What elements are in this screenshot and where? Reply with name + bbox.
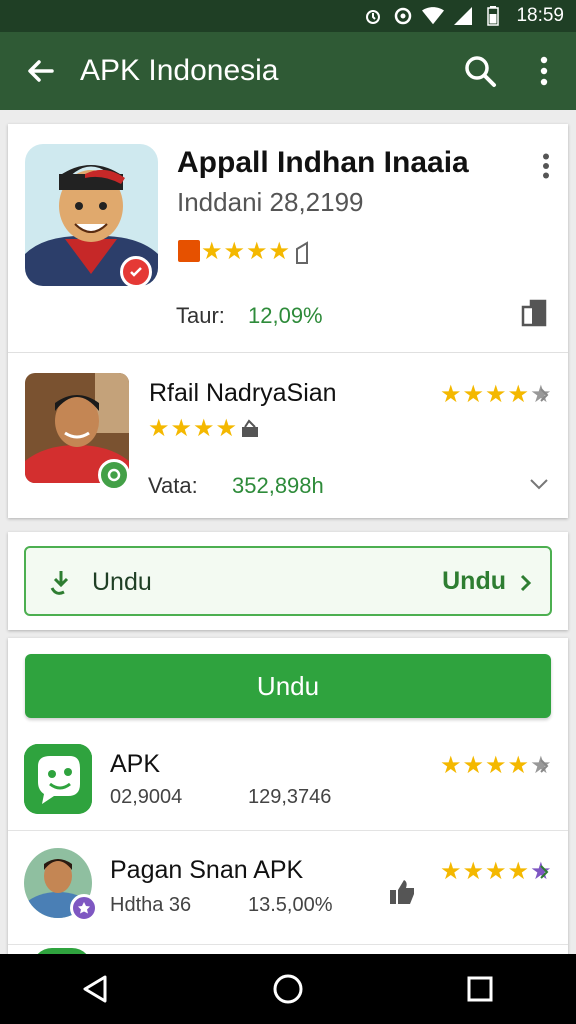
star-icon: ★ [440, 752, 462, 779]
chevron-right-icon [518, 571, 534, 595]
featured-stat-label: Taur: [176, 303, 225, 328]
star-icon: ★ [148, 415, 170, 442]
star-icon: ★ [507, 752, 530, 779]
thumb-up-icon[interactable] [386, 876, 418, 908]
nav-back-icon [83, 975, 107, 1003]
star-icon: ★ [462, 381, 485, 408]
star-icon: ★ [485, 752, 507, 779]
status-bar: 18:59 [0, 0, 576, 32]
second-app-row[interactable]: Rfail NadryaSian ★ ★ ★ ★ ★ ★ ★ ★ ★ Vata:… [8, 352, 568, 518]
battery-icon [482, 5, 504, 27]
share-icon[interactable] [290, 240, 316, 266]
chevron-right-icon [536, 860, 552, 884]
search-button[interactable] [448, 32, 512, 110]
featured-app-row[interactable]: Appall Indhan Inaaia Inddani 28,2199 ★ ★… [8, 124, 568, 352]
nav-home-icon [273, 974, 303, 1004]
star-icon: ★ [193, 415, 215, 442]
star-icon: ★ [170, 415, 193, 442]
star-icon: ★ [507, 858, 530, 885]
list-item-meta-left: Hdtha 36 [110, 894, 192, 916]
chevron-down-icon[interactable] [526, 471, 552, 497]
star-icon: ★ [223, 238, 246, 265]
divider [8, 830, 568, 831]
star-icon: ★ [485, 858, 507, 885]
list-item-meta-right: 13.5,00% [248, 894, 333, 916]
nav-back-button[interactable] [56, 954, 136, 1024]
signal-icon [452, 5, 474, 27]
list-item-meta-right: 129,3746 [248, 786, 332, 808]
list-card: Undu APK 02,9004 129,3746 ★ ★ ★ ★ ★ Paga… [8, 638, 568, 968]
download-icon [46, 568, 80, 598]
star-icon: ★ [215, 415, 238, 442]
chevron-right-icon [536, 754, 552, 778]
nav-recents-icon [467, 976, 493, 1002]
star-icon: ★ [246, 238, 268, 265]
search-icon [465, 56, 496, 87]
more-vert-icon [540, 56, 548, 86]
list-item-rating: ★ ★ ★ ★ ★ [440, 860, 552, 884]
alarm-icon [362, 5, 384, 27]
copy-icon[interactable] [518, 296, 552, 330]
second-stat-label: Vata: [148, 473, 198, 498]
cart-icon [238, 417, 262, 441]
back-button[interactable] [0, 32, 80, 110]
navigation-bar [0, 954, 576, 1024]
second-rating: ★ ★ ★ ★ [148, 417, 262, 441]
star-icon: ★ [268, 238, 291, 265]
list-item-rating: ★ ★ ★ ★ ★ [440, 754, 552, 778]
app-icon [24, 744, 92, 814]
star-icon: ★ [201, 238, 223, 265]
download-button[interactable]: Undu [25, 654, 551, 718]
app-bar: APK Indonesia [0, 32, 576, 110]
list-item[interactable]: Pagan Snan APK Hdtha 36 13.5,00% ★ ★ ★ ★… [8, 838, 568, 942]
page-title: APK Indonesia [80, 54, 279, 87]
nav-home-button[interactable] [248, 954, 328, 1024]
list-item[interactable]: APK 02,9004 129,3746 ★ ★ ★ ★ ★ [8, 734, 568, 830]
star-icon: ★ [462, 752, 485, 779]
star-badge-icon [70, 894, 98, 922]
star-icon: ★ [440, 381, 462, 408]
download-row-right-label: Undu [442, 567, 506, 595]
download-card: Undu Undu [8, 532, 568, 630]
star-icon: ★ [440, 858, 462, 885]
featured-rating: ★ ★ ★ ★ [178, 240, 290, 264]
divider [8, 944, 568, 945]
featured-stat-value: 12,09% [248, 303, 323, 328]
wifi-icon [422, 5, 445, 27]
more-vert-icon [543, 153, 549, 179]
featured-menu-button[interactable] [532, 146, 560, 186]
list-item-name: Pagan Snan APK [110, 856, 304, 884]
chevron-right-icon[interactable] [536, 383, 552, 407]
verified-badge-icon [120, 256, 152, 288]
nav-recents-button[interactable] [440, 954, 520, 1024]
second-rating-right: ★ ★ ★ ★ ★ [440, 383, 552, 407]
list-item-name: APK [110, 750, 161, 778]
featured-title: Appall Indhan Inaaia [177, 146, 469, 179]
second-stat-value: 352,898h [232, 473, 324, 498]
overflow-menu-button[interactable] [512, 32, 576, 110]
list-item-meta-left: 02,9004 [110, 786, 183, 808]
sync-icon [392, 5, 414, 27]
star-icon: ★ [462, 858, 485, 885]
status-badge-icon [98, 459, 130, 491]
arrow-back-icon [28, 60, 54, 82]
star-icon: ★ [507, 381, 530, 408]
second-name: Rfail NadryaSian [149, 379, 337, 407]
download-row-label: Undu [92, 568, 152, 596]
star-icon: ★ [485, 381, 507, 408]
featured-subtitle: Inddani 28,2199 [177, 187, 364, 217]
featured-card: Appall Indhan Inaaia Inddani 28,2199 ★ ★… [8, 124, 568, 518]
download-row-button[interactable]: Undu Undu [24, 546, 552, 616]
status-time: 18:59 [516, 5, 564, 26]
